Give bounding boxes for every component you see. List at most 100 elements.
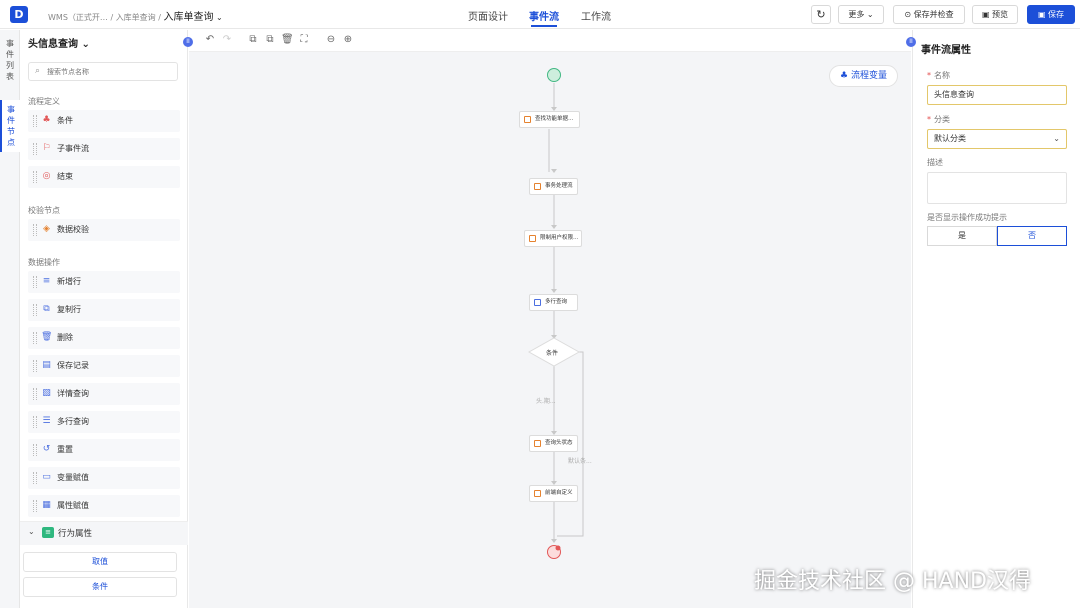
section-title: 校验节点 <box>28 206 60 215</box>
drag-handle-icon[interactable] <box>33 304 37 316</box>
drag-handle-icon[interactable] <box>33 388 37 400</box>
node-item[interactable]: ▤ 保存记录 <box>28 355 180 377</box>
more-button[interactable]: 更多 ⌄ <box>838 5 884 24</box>
option-no[interactable]: 否 <box>997 226 1067 246</box>
node-item-label: 条件 <box>57 116 73 125</box>
node-item[interactable]: ▦ 属性赋值 <box>28 495 180 517</box>
node-item[interactable]: ▧ 详情查询 <box>28 383 180 405</box>
tab-event-nodes[interactable]: 事件节点 <box>0 100 20 152</box>
tab-workflow[interactable]: 工作流 <box>581 8 611 23</box>
data-validate-icon: ◈ <box>43 224 50 234</box>
node-type-icon <box>534 490 541 497</box>
node-type-icon <box>534 299 541 306</box>
section-title: 数据操作 <box>28 258 60 267</box>
flow-canvas[interactable]: ↶ ↷ ⧉ ⧉ 🗑 ⛶ ⊖ ⊕ 查找功能单据… 事务处理流 限制用户权限… 多行… <box>189 30 911 608</box>
category-select[interactable]: 默认分类 ⌄ <box>927 129 1067 149</box>
node-type-icon <box>524 116 531 123</box>
condition-button[interactable]: 条件 <box>23 577 177 597</box>
save-button[interactable]: ▣ 保存 <box>1027 5 1075 24</box>
node-item[interactable]: ↺ 重置 <box>28 439 180 461</box>
node-item[interactable]: ◈ 数据校验 <box>28 219 180 241</box>
flow-node[interactable]: 限制用户权限… <box>524 230 582 247</box>
flow-node[interactable]: 事务处理流 <box>529 178 578 195</box>
search-icon: ⌕ <box>35 66 41 76</box>
node-item-label: 子事件流 <box>57 144 89 153</box>
node-item[interactable]: 🗑 删除 <box>28 327 180 349</box>
node-item[interactable]: ⚐ 子事件流 <box>28 138 180 160</box>
chevron-down-icon[interactable]: ⌄ <box>28 527 35 536</box>
node-item[interactable]: ⧉ 复制行 <box>28 299 180 321</box>
chevron-down-icon[interactable]: ⌄ <box>216 13 223 22</box>
chevron-down-icon: ⌄ <box>1053 134 1060 143</box>
prop-assign-icon: ▦ <box>42 500 51 510</box>
node-item-label: 删除 <box>57 333 73 342</box>
event-selector[interactable]: 头信息查询 ⌄ <box>28 35 90 50</box>
node-item-label: 多行查询 <box>57 417 89 426</box>
node-item-label: 新增行 <box>57 277 81 286</box>
drag-handle-icon[interactable] <box>33 224 37 236</box>
node-item-label: 重置 <box>57 445 73 454</box>
node-item[interactable]: ≡ 新增行 <box>28 271 180 293</box>
search-input[interactable] <box>47 65 172 79</box>
drag-handle-icon[interactable] <box>33 500 37 512</box>
show-success-label: 是否显示操作成功提示 <box>927 213 1007 222</box>
save-and-check-button[interactable]: ⊙ 保存并检查 <box>893 5 965 24</box>
drag-handle-icon[interactable] <box>33 472 37 484</box>
properties-title: 事件流属性 <box>921 45 971 56</box>
flow-node[interactable]: 查找功能单据… <box>519 111 580 128</box>
delete-icon: 🗑 <box>41 332 53 342</box>
app-logo-icon[interactable]: D <box>10 6 28 23</box>
preview-button[interactable]: ▣ 预览 <box>972 5 1018 24</box>
drag-handle-icon[interactable] <box>33 143 37 155</box>
flow-node[interactable]: 前端自定义 <box>529 485 578 502</box>
node-item[interactable]: ◎ 结束 <box>28 166 180 188</box>
node-item-label: 复制行 <box>57 305 81 314</box>
breadcrumb-module[interactable]: 入库单查询 <box>116 13 156 22</box>
properties-panel: II 事件流属性 * 名称 头信息查询 * 分类 默认分类 ⌄ 描述 是否显示操作成功… <box>906 30 1080 608</box>
node-item[interactable]: ☰ 多行查询 <box>28 411 180 433</box>
breadcrumb-app[interactable]: WMS（正式开… <box>48 13 108 22</box>
description-field[interactable] <box>927 172 1067 204</box>
name-field[interactable]: 头信息查询 <box>927 85 1067 105</box>
flow-node[interactable]: 多行查询 <box>529 294 578 311</box>
breadcrumb: WMS（正式开… / 入库单查询 / 入库单查询 ⌄ <box>48 12 223 23</box>
detail-query-icon: ▧ <box>42 388 51 398</box>
flow-variables-button[interactable]: ♣ 流程变量 <box>829 65 898 87</box>
start-node <box>547 68 561 82</box>
drag-handle-icon[interactable] <box>33 115 37 127</box>
collapse-left-icon[interactable]: II <box>183 37 193 47</box>
tab-event-list[interactable]: 事件列表 <box>0 34 20 86</box>
refresh-button[interactable]: ↻ <box>811 5 831 24</box>
condition-icon: ♣ <box>42 115 51 125</box>
condition-node-label: 条件 <box>546 350 559 357</box>
node-search[interactable]: ⌕ <box>28 62 178 81</box>
node-item-label: 数据校验 <box>57 225 89 234</box>
add-row-icon: ≡ <box>42 276 51 286</box>
drag-handle-icon[interactable] <box>33 444 37 456</box>
edge-label: 头.期... <box>536 398 556 405</box>
drag-handle-icon[interactable] <box>33 276 37 288</box>
node-type-icon <box>534 183 541 190</box>
drag-handle-icon[interactable] <box>33 360 37 372</box>
description-label: 描述 <box>927 158 943 167</box>
flow-node[interactable]: 查询头状态 <box>529 435 578 452</box>
var-assign-icon: ▭ <box>42 472 51 482</box>
name-label: * 名称 <box>927 71 950 80</box>
drag-handle-icon[interactable] <box>33 416 37 428</box>
node-item[interactable]: ♣ 条件 <box>28 110 180 132</box>
node-item-label: 变量赋值 <box>57 473 89 482</box>
get-value-button[interactable]: 取值 <box>23 552 177 572</box>
tab-event-flow[interactable]: 事件流 <box>529 8 559 27</box>
node-item[interactable]: ▭ 变量赋值 <box>28 467 180 489</box>
drag-handle-icon[interactable] <box>33 332 37 344</box>
node-type-icon <box>534 440 541 447</box>
breadcrumb-current[interactable]: 入库单查询 <box>163 12 213 23</box>
tab-page-design[interactable]: 页面设计 <box>468 8 508 23</box>
collapse-right-icon[interactable]: II <box>906 37 916 47</box>
multi-query-icon: ☰ <box>42 416 51 426</box>
subflow-icon: ⚐ <box>42 143 51 153</box>
option-yes[interactable]: 是 <box>927 226 997 246</box>
drag-handle-icon[interactable] <box>33 171 37 183</box>
node-item-label: 结束 <box>57 172 73 181</box>
behavior-properties-header[interactable]: ⌄ ≡ 行为属性 <box>20 521 188 545</box>
